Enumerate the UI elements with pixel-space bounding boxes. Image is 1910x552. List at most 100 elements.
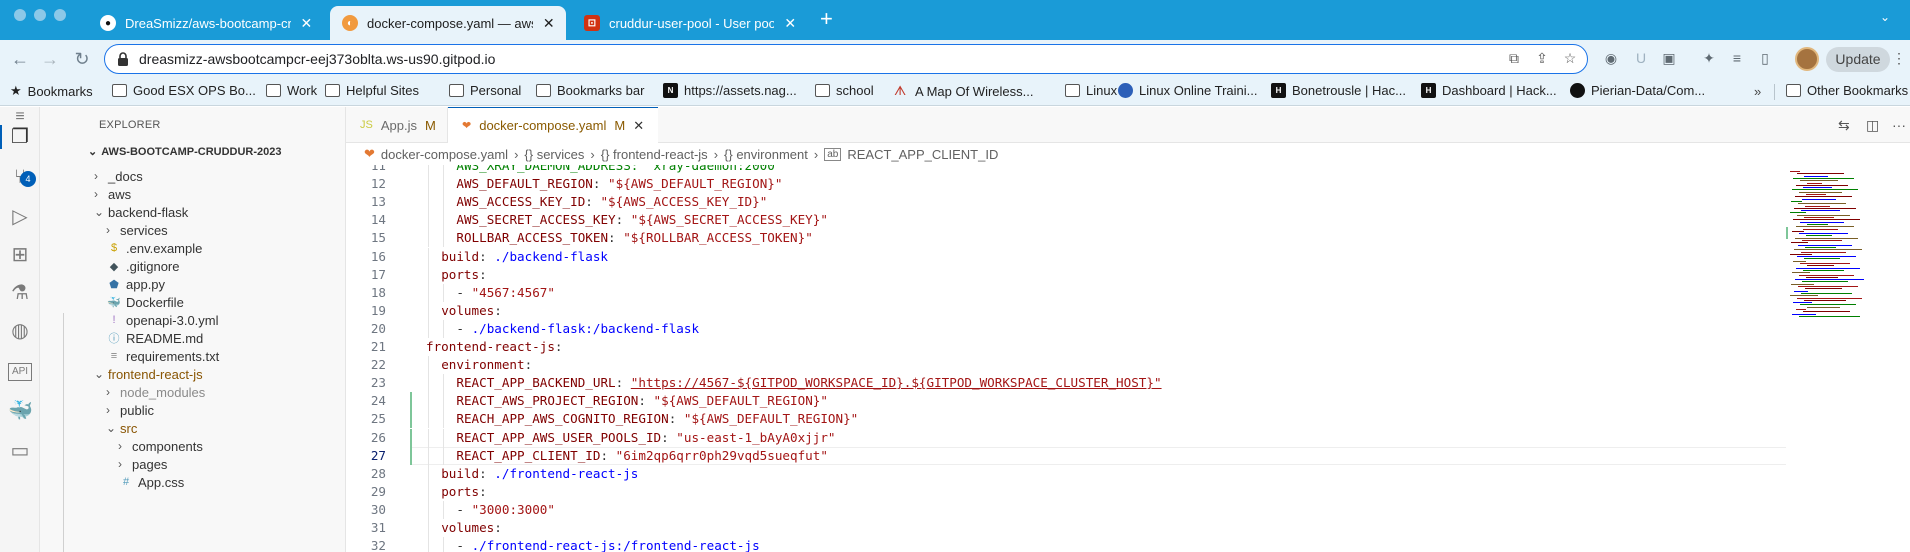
line-number: 17 [370,266,386,282]
yaml-value: "${AWS_DEFAULT_REGION}" [608,176,783,192]
bookmark-item[interactable]: Nhttps://assets.nag... [663,83,797,98]
bookmark-folder[interactable]: school [815,83,874,98]
breadcrumb-item[interactable]: {} frontend-react-js [601,147,708,162]
new-tab-icon[interactable]: + [820,8,833,30]
tab-close-icon[interactable]: ✕ [782,15,798,32]
folder-icon [1786,84,1801,97]
address-bar[interactable]: dreasmizz-awsbootcampcr-eej373oblta.ws-u… [104,44,1588,74]
chevron-right-icon: › [514,146,519,162]
line-number: 18 [370,284,386,300]
bookmark-folder[interactable]: Work [266,83,317,98]
linux-training-icon [1118,83,1133,98]
bookmark-folder[interactable]: Helpful Sites [325,83,419,98]
open-changes-icon[interactable]: ⇆ [1838,117,1850,134]
active-indicator [0,125,2,149]
file-item[interactable]: # App.css [118,471,184,493]
github-icon[interactable]: ◍ [8,319,32,343]
minimap-line [1800,304,1856,306]
yaml-colon: : [615,212,631,228]
bookmark-item[interactable]: H Dashboard | Hack... [1421,83,1557,98]
code-text: AWS_SECRET_ACCESS_KEY: "${AWS_SECRET_ACC… [456,211,828,229]
workspace-root[interactable]: ⌄ AWS-BOOTCAMP-CRUDDUR-2023 [88,145,282,158]
reload-icon[interactable]: ↻ [70,47,94,71]
yaml-key: ports [441,483,480,499]
breadcrumb-item[interactable]: docker-compose.yaml [381,147,508,162]
vscode-workbench: ≡ ❐ ⑂ 4 ▷ ⊞ ⚗ ◍ API 🐳 ▭ EXPLORER ··· ⌄AW… [0,107,1910,552]
extension-grid-icon[interactable]: ▣ [1660,50,1678,68]
list-dash: - [456,284,472,300]
indent-guide [443,392,445,411]
editor-tab-docker-compose[interactable]: ❤ docker-compose.yaml M ✕ [448,107,658,143]
back-arrow-icon[interactable]: ← [8,47,32,71]
bookmark-label: school [836,83,874,98]
browser-tab-gitpod[interactable]: ◐ docker-compose.yaml — aws-b ✕ [330,6,566,40]
testing-flask-icon[interactable]: ⚗ [8,281,32,305]
share-icon[interactable]: ⇪ [1533,50,1551,68]
bookmark-folder[interactable]: Linux [1065,83,1117,98]
editor-tab-app-js[interactable]: JS App.js M [346,107,448,143]
browser-tab-aws[interactable]: ⊡ cruddur-user-pool - User pool ✕ [572,6,808,40]
minimap-line [1795,196,1852,198]
code-line: 12 AWS_DEFAULT_REGION: "${AWS_DEFAULT_REG… [346,175,1786,194]
minimap-line [1801,292,1852,294]
extensions-puzzle-icon[interactable]: ✦ [1700,50,1718,68]
code-line: 25 REACH_APP_AWS_COGNITO_REGION: "${AWS_D… [346,410,1786,429]
editor-more-icon[interactable]: ··· [1892,117,1906,133]
bookmark-item[interactable]: H Bonetrousle | Hac... [1271,83,1406,98]
tab-title: docker-compose.yaml — aws-b [367,15,534,31]
yaml-key: AWS_ACCESS_KEY_ID [456,194,586,210]
extension-chromium-icon[interactable]: ◉ [1602,50,1620,68]
breadcrumb-item[interactable]: REACT_APP_CLIENT_ID [847,147,998,162]
bookmark-item[interactable]: ★ Bookmarks [10,83,93,99]
bookmark-folder[interactable]: Good ESX OPS Bo... [112,83,256,98]
tree-item-label: app.py [126,276,166,292]
yaml-colon: : [661,429,677,445]
tab-search-chevron-icon[interactable]: ⌄ [1880,10,1890,24]
indent-guide [428,301,429,320]
docker-icon[interactable]: 🐳 [8,399,33,423]
extension-u-icon[interactable]: U [1632,50,1650,68]
browser-tab-github[interactable]: ● DreaSmizz/aws-bootcamp-cru ✕ [88,6,324,40]
bookmark-item[interactable]: Pierian-Data/Com... [1570,83,1705,98]
reading-list-icon[interactable]: ≡ [1728,50,1746,68]
tab-close-icon[interactable]: ✕ [541,15,556,32]
yaml-colon: : [479,465,495,481]
side-panel-icon[interactable]: ▯ [1756,50,1774,68]
split-editor-icon[interactable]: ◫ [1866,117,1879,134]
browser-menu-icon[interactable]: ⋮ [1892,50,1906,67]
bookmark-item[interactable]: Linux Online Traini... [1118,83,1258,98]
tab-close-icon[interactable]: ✕ [299,15,314,32]
more-bookmarks-chevron-icon[interactable]: » [1754,84,1761,99]
minimap-line [1806,194,1826,195]
update-button[interactable]: Update [1826,47,1890,72]
wireless-map-icon: ᗑ [894,83,907,98]
minimap[interactable] [1786,165,1910,552]
bookmark-folder[interactable]: Personal [449,83,521,98]
forward-arrow-icon[interactable]: → [38,47,62,71]
yaml-colon: : [585,194,601,210]
minimap-line [1793,260,1806,262]
minimap-line [1803,269,1844,271]
minimap-line [1794,207,1856,209]
window-minimize-button[interactable] [34,9,46,21]
open-in-app-icon[interactable]: ⧉ [1505,50,1523,68]
api-icon[interactable]: API [8,363,32,381]
window-close-button[interactable] [14,9,26,21]
extensions-icon[interactable]: ⊞ [8,243,32,267]
tree-item-label: backend-flask [108,204,189,220]
breadcrumb-item[interactable]: {} services [524,147,584,162]
bookmark-folder[interactable]: Bookmarks bar [536,83,644,98]
run-debug-icon[interactable]: ▷ [8,205,32,229]
tree-item-label: .env.example [126,240,203,256]
explorer-files-icon[interactable]: ❐ [8,125,32,149]
profile-avatar[interactable] [1795,47,1819,71]
window-zoom-button[interactable] [54,9,66,21]
tab-close-icon[interactable]: ✕ [633,118,644,134]
bookmark-folder[interactable]: Other Bookmarks [1786,83,1908,98]
remote-explorer-icon[interactable]: ▭ [8,439,32,463]
code-editor[interactable]: 11 AWS_XRAY_DAEMON_ADDRESS: "xray-daemon:… [346,165,1786,552]
indent-guide [428,410,429,429]
breadcrumb-item[interactable]: {} environment [724,147,808,162]
bookmark-item[interactable]: ᗑ A Map Of Wireless... [894,83,1033,99]
bookmark-star-icon[interactable]: ☆ [1561,50,1579,68]
